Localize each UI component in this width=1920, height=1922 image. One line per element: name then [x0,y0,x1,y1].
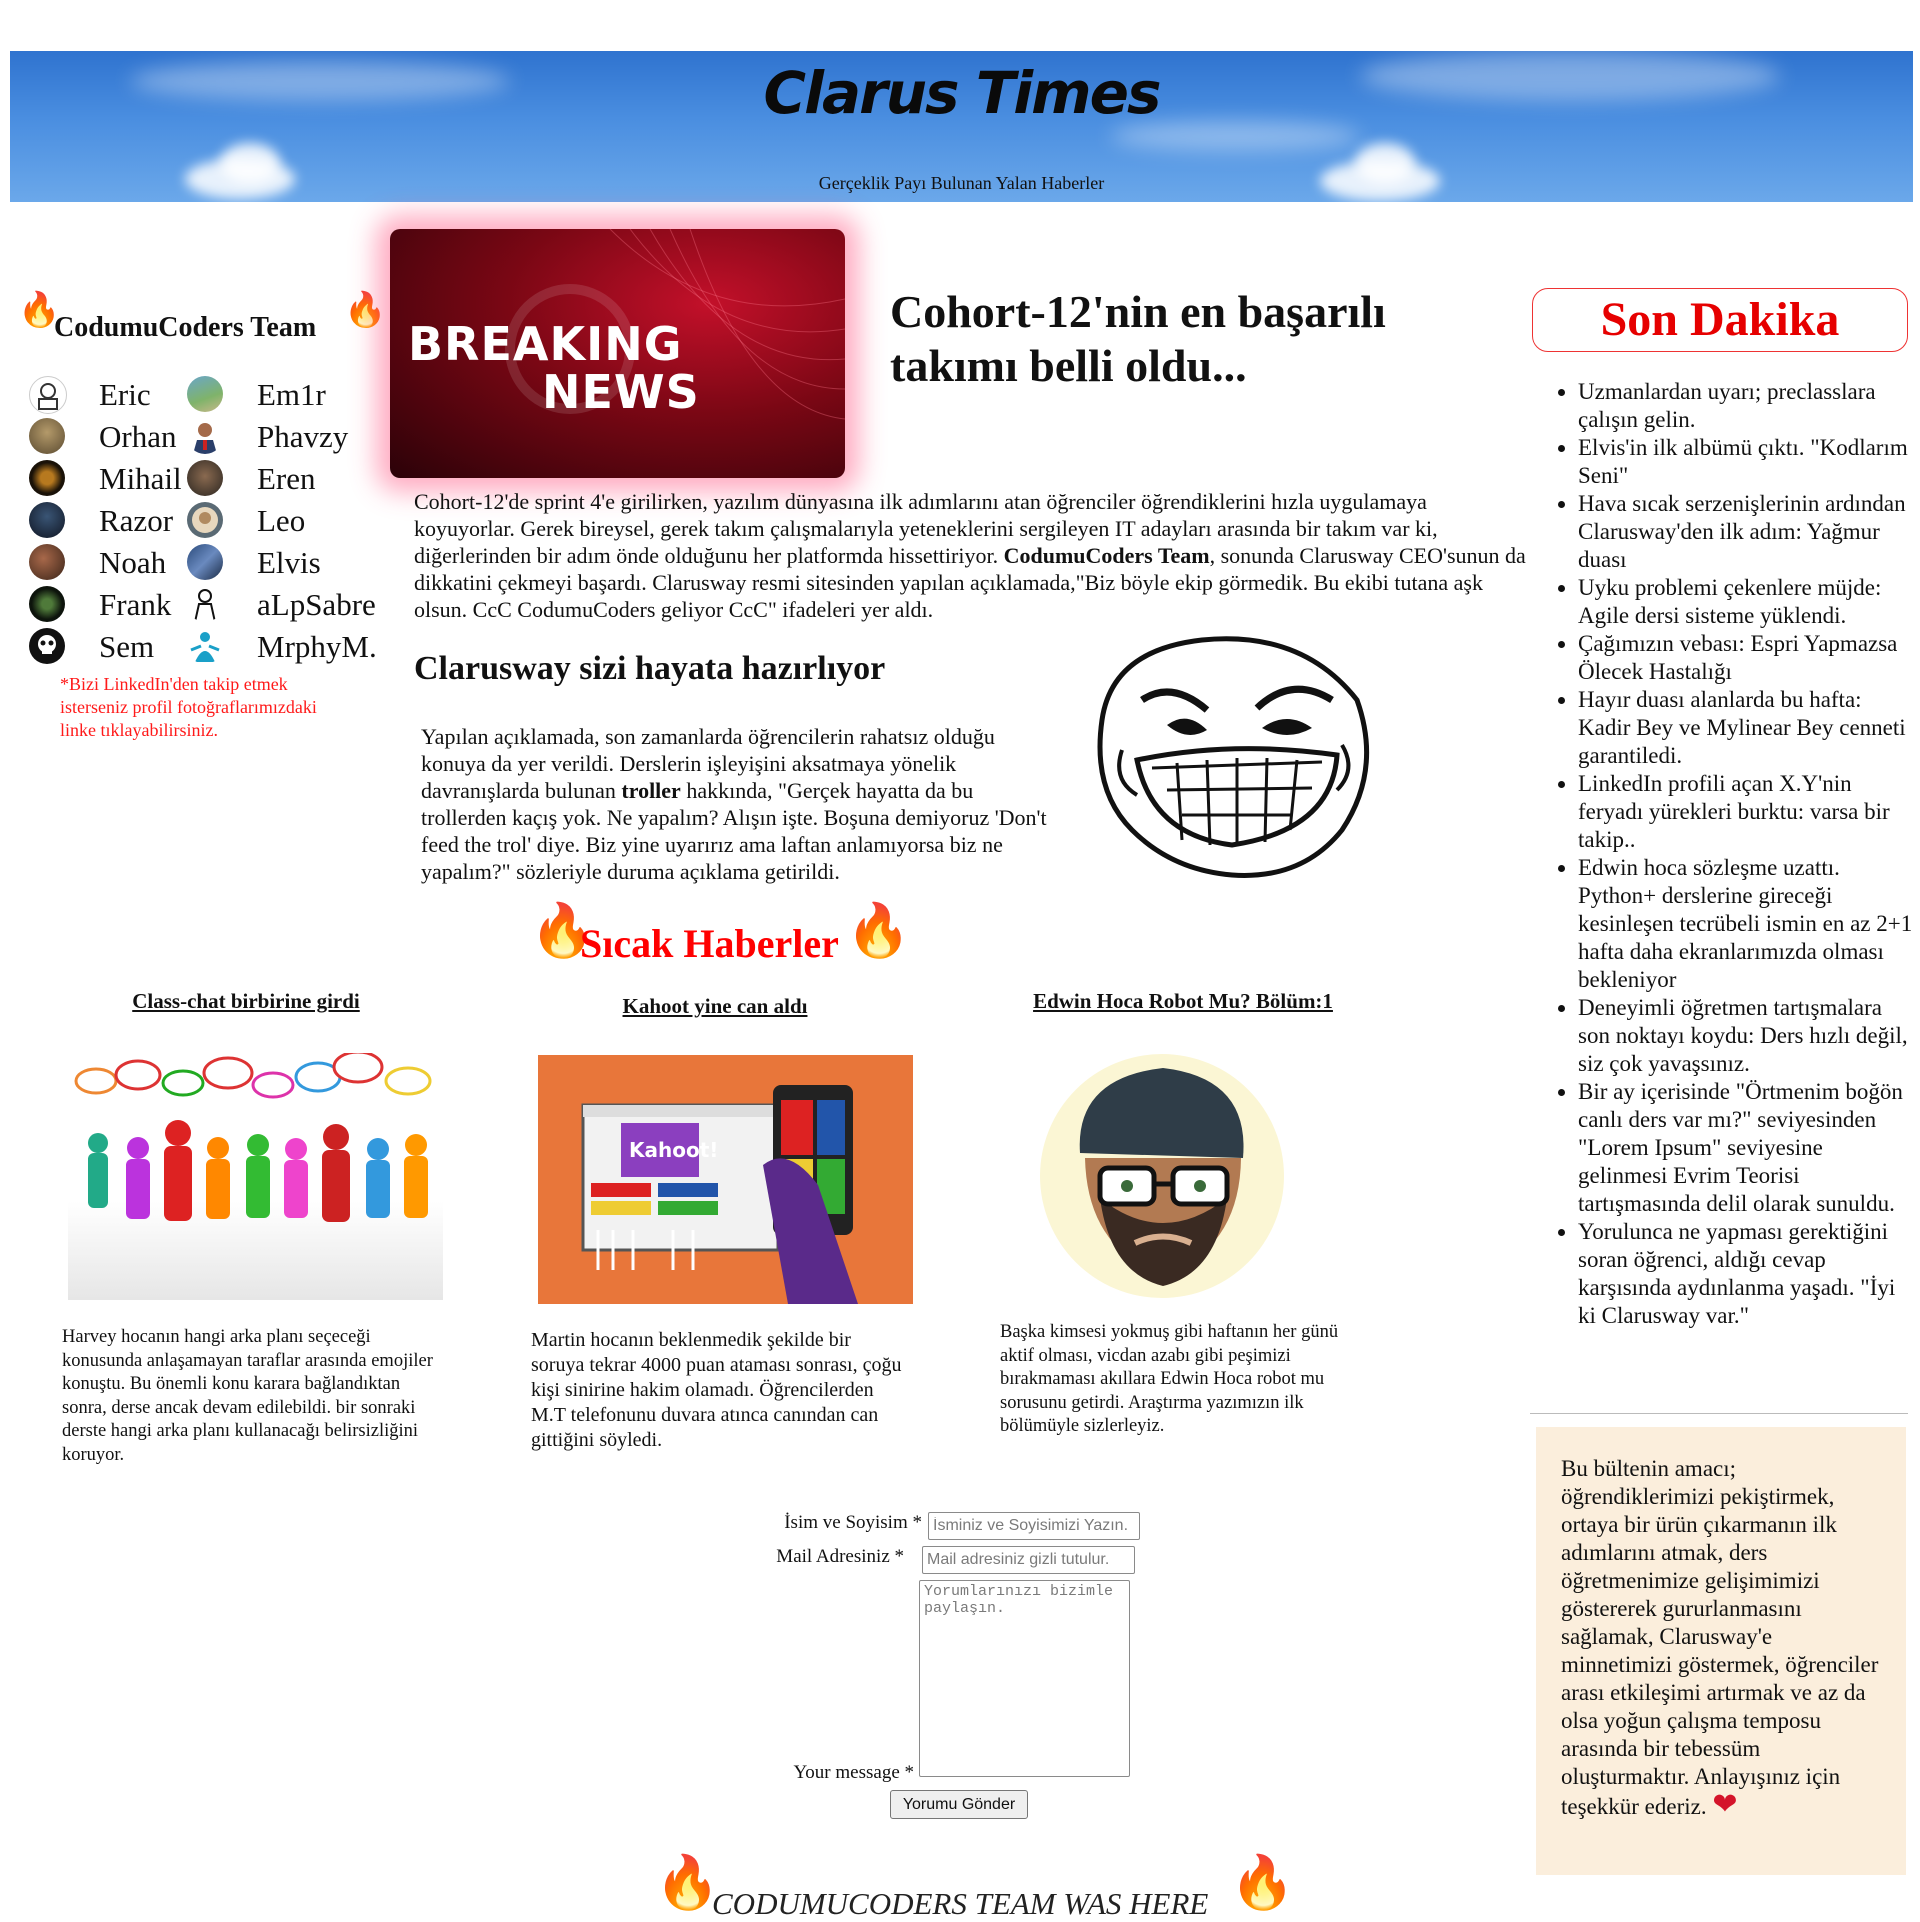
breaking-news-list: Uzmanlardan uyarı; preclasslara çalışın … [1558,378,1914,1330]
flame-icon: 🔥 [655,1855,720,1912]
hot-news-heading: 🔥 Sıcak Haberler 🔥 [530,900,911,966]
member-name[interactable]: Leo [257,503,305,539]
story-title-link[interactable]: Class-chat birbirine girdi [118,989,374,1014]
chat-people-image [68,1053,443,1300]
member-name[interactable]: Elvis [257,545,321,581]
news-item: Uzmanlardan uyarı; preclasslara çalışın … [1558,378,1914,434]
avatar[interactable] [29,628,65,664]
member-name[interactable]: Mihail [99,461,182,497]
linkedin-note: *Bizi LinkedIn'den takip etmek isterseni… [60,674,317,740]
hot-news-heading-text: Sıcak Haberler [580,921,839,966]
main-headline: Cohort-12'nin en başarılı takımı belli o… [890,286,1386,391]
member-name[interactable]: Em1r [257,377,326,413]
message-textarea[interactable] [919,1580,1130,1777]
member-name[interactable]: MrphyM. [257,629,377,665]
member-name[interactable]: Frank [99,587,171,623]
news-item: Çağımızın vebası: Espri Yapmazsa Ölecek … [1558,630,1914,686]
footer-banner: 🔥 CODUMUCODERS TEAM WAS HERE 🔥 [655,1848,1295,1922]
news-item: Uyku problemi çekenlere müjde: Agile der… [1558,574,1914,630]
divider [1530,1413,1908,1414]
heart-icon: ❤ [1712,1788,1738,1821]
name-label: İsim ve Soyisim * [784,1512,922,1533]
avatar[interactable] [29,502,65,538]
name-input[interactable] [928,1512,1140,1540]
purpose-text: Bu bültenin amacı; öğrendiklerimizi peki… [1561,1456,1879,1819]
member-name[interactable]: Noah [99,545,166,581]
team-heading: 🔥 CodumuCoders Team 🔥 [18,292,387,344]
member-name[interactable]: Eric [99,377,151,413]
member-name[interactable]: Sem [99,629,154,665]
story-text: Martin hocanın beklenmedik şekilde bir s… [531,1329,902,1451]
avatar[interactable] [187,544,223,580]
member-name[interactable]: aLpSabre [257,587,376,623]
message-label: Your message * [793,1762,914,1783]
news-item: LinkedIn profili açan X.Y'nin feryadı yü… [1558,770,1914,854]
news-item: Edwin hoca sözleşme uzattı. Python+ ders… [1558,855,1913,992]
footer-banner-text: CODUMUCODERS TEAM WAS HERE [712,1886,1209,1921]
member-name[interactable]: Phavzy [257,419,348,455]
troll-face-image [1082,630,1382,885]
submit-comment-button[interactable]: Yorumu Gönder [890,1790,1028,1819]
avatar[interactable] [187,376,223,412]
team-heading-text: CodumuCoders Team [54,312,317,343]
avatar[interactable] [29,544,65,580]
flame-icon: 🔥 [846,903,911,960]
email-input[interactable] [922,1546,1135,1574]
news-item: Deneyimli öğretmen tartışmalara son nokt… [1558,994,1914,1078]
member-name[interactable]: Razor [99,503,173,539]
story-text: Başka kimsesi yokmuş gibi haftanın her g… [1000,1322,1339,1436]
flame-icon: 🔥 [344,292,387,329]
lead-paragraph: Cohort-12'de sprint 4'e girilirken, yazı… [414,488,1530,623]
breaking-text-line1: BREAKING [408,317,683,371]
news-item: Elvis'in ilk albümü çıktı. "Kodlarım Sen… [1558,434,1914,490]
news-item: Bir ay içerisinde "Örtmenim boğön canlı … [1558,1078,1914,1218]
sub-paragraph: Yapılan açıklamada, son zamanlarda öğren… [421,723,1051,885]
avatar[interactable] [187,586,223,622]
site-title: Clarus Times [763,59,1162,127]
avatar[interactable] [187,418,223,454]
flame-icon: 🔥 [1230,1855,1295,1912]
breaking-news-title: Son Dakika [1532,288,1908,352]
sub-bold: troller [621,778,681,803]
news-item: Yorulunca ne yapması gerektiğini soran ö… [1558,1218,1914,1330]
avatar[interactable] [187,628,223,664]
purpose-box: Bu bültenin amacı; öğrendiklerimizi peki… [1536,1427,1906,1875]
story-title-link[interactable]: Edwin Hoca Robot Mu? Bölüm:1 [1016,989,1350,1014]
breaking-news-image: BREAKING NEWS [390,229,845,478]
avatar[interactable] [187,502,223,538]
member-name[interactable]: Eren [257,461,316,497]
news-item: Hayır duası alanlarda bu hafta: Kadir Be… [1558,686,1914,770]
edwin-avatar-image [1005,1048,1323,1300]
team-members: Eric Orhan Mihail Razor Noah Frank Sem E… [29,375,389,675]
avatar[interactable] [29,376,67,414]
avatar[interactable] [187,460,223,496]
story-title-link[interactable]: Kahoot yine can aldı [584,994,846,1019]
avatar[interactable] [29,460,65,496]
sub-headline: Clarusway sizi hayata hazırlıyor [414,650,886,687]
breaking-text-line2: NEWS [542,365,700,419]
email-label: Mail Adresiniz * [776,1546,904,1567]
avatar[interactable] [29,418,65,454]
site-tagline: Gerçeklik Payı Bulunan Yalan Haberler [818,173,1105,193]
avatar[interactable] [29,586,65,622]
kahoot-logo: Kahoot! [629,1138,719,1162]
lead-bold: CodumuCoders Team [1003,543,1210,568]
news-item: Hava sıcak serzenişlerinin ardından Clar… [1558,490,1914,574]
story-text: Harvey hocanın hangi arka planı seçeceği… [62,1327,433,1465]
header-banner: Clarus Times Gerçeklik Payı Bulunan Yala… [10,51,1913,202]
member-name[interactable]: Orhan [99,419,176,455]
kahoot-image: Kahoot! [538,1055,913,1304]
